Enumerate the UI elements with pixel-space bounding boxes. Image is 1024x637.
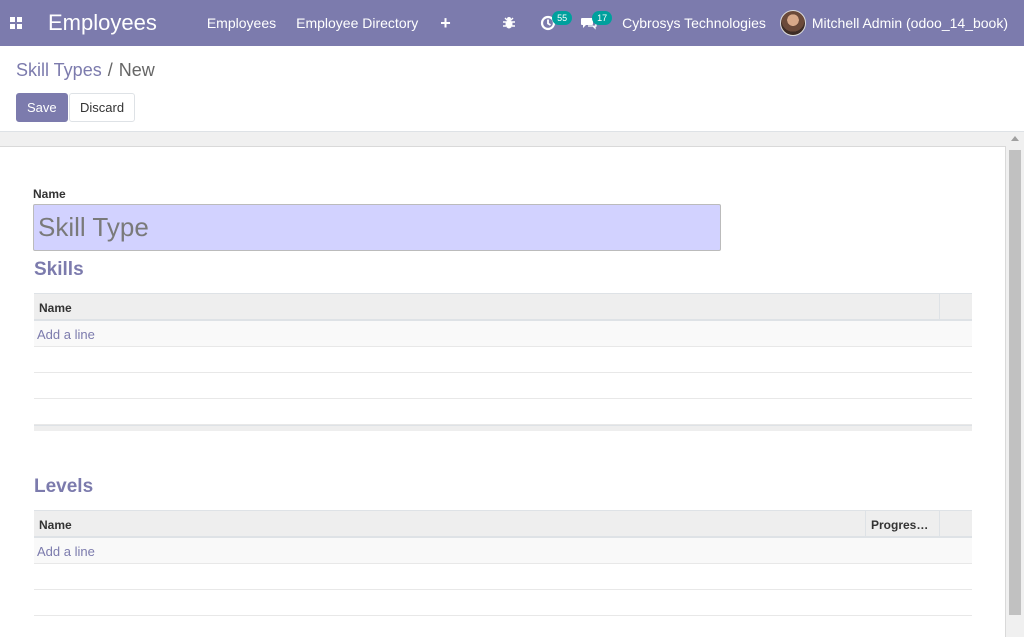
- plus-icon[interactable]: +: [428, 14, 463, 32]
- name-field-label: Name: [33, 187, 66, 201]
- form-content-area: Name Skills Name Add a line Levels Name …: [0, 132, 1024, 637]
- table-row: [34, 564, 972, 590]
- menu-item-employees[interactable]: Employees: [197, 15, 286, 31]
- chat-icon[interactable]: 17: [568, 0, 613, 46]
- table-row: [34, 590, 972, 616]
- levels-list: Name Progres… Add a line: [34, 510, 972, 616]
- activity-clock-icon[interactable]: 55: [528, 0, 573, 46]
- trash-icon: [940, 294, 972, 319]
- app-title[interactable]: Employees: [48, 10, 157, 36]
- skills-column-name[interactable]: Name: [34, 294, 940, 319]
- scroll-up-arrow-icon[interactable]: [1011, 136, 1019, 141]
- breadcrumb-parent-link[interactable]: Skill Types: [16, 60, 102, 80]
- apps-grid-icon[interactable]: [0, 0, 32, 46]
- form-sheet: Name Skills Name Add a line Levels Name …: [0, 146, 1006, 637]
- menu-item-employee-directory[interactable]: Employee Directory: [286, 15, 428, 31]
- breadcrumb: Skill Types / New: [16, 60, 155, 81]
- table-row: [34, 373, 972, 399]
- skills-list: Name Add a line: [34, 293, 972, 431]
- skills-add-line[interactable]: Add a line: [34, 321, 972, 347]
- message-count-badge: 17: [592, 11, 613, 25]
- levels-column-progress[interactable]: Progres…: [866, 511, 940, 536]
- table-row: [34, 399, 972, 425]
- levels-section-title: Levels: [34, 476, 94, 497]
- company-switcher[interactable]: Cybrosys Technologies: [610, 15, 780, 31]
- systray: 55 17 Cybrosys Technologies Mitchell Adm…: [490, 0, 1024, 46]
- name-input[interactable]: [33, 204, 721, 251]
- vertical-scrollbar[interactable]: [1006, 132, 1024, 637]
- main-menu: Employees Employee Directory +: [197, 14, 463, 32]
- skills-list-footer: [34, 425, 972, 431]
- control-panel: Skill Types / New Save Discard: [0, 46, 1024, 132]
- table-row: [34, 347, 972, 373]
- avatar: [779, 10, 806, 36]
- bug-icon[interactable]: [490, 0, 528, 46]
- user-name: Mitchell Admin (odoo_14_book): [811, 15, 1008, 31]
- levels-column-name[interactable]: Name: [34, 511, 866, 536]
- trash-icon: [940, 511, 972, 536]
- scrollbar-thumb[interactable]: [1009, 150, 1021, 615]
- skills-section-title: Skills: [34, 259, 84, 280]
- skills-list-header: Name: [34, 293, 972, 321]
- save-button[interactable]: Save: [16, 93, 68, 122]
- user-menu[interactable]: Mitchell Admin (odoo_14_book): [779, 10, 1024, 36]
- top-navbar: Employees Employees Employee Directory +…: [0, 0, 1024, 46]
- breadcrumb-separator: /: [107, 60, 113, 80]
- breadcrumb-current: New: [118, 60, 155, 80]
- discard-button[interactable]: Discard: [69, 93, 136, 122]
- levels-add-line[interactable]: Add a line: [34, 538, 972, 564]
- levels-list-header: Name Progres…: [34, 510, 972, 538]
